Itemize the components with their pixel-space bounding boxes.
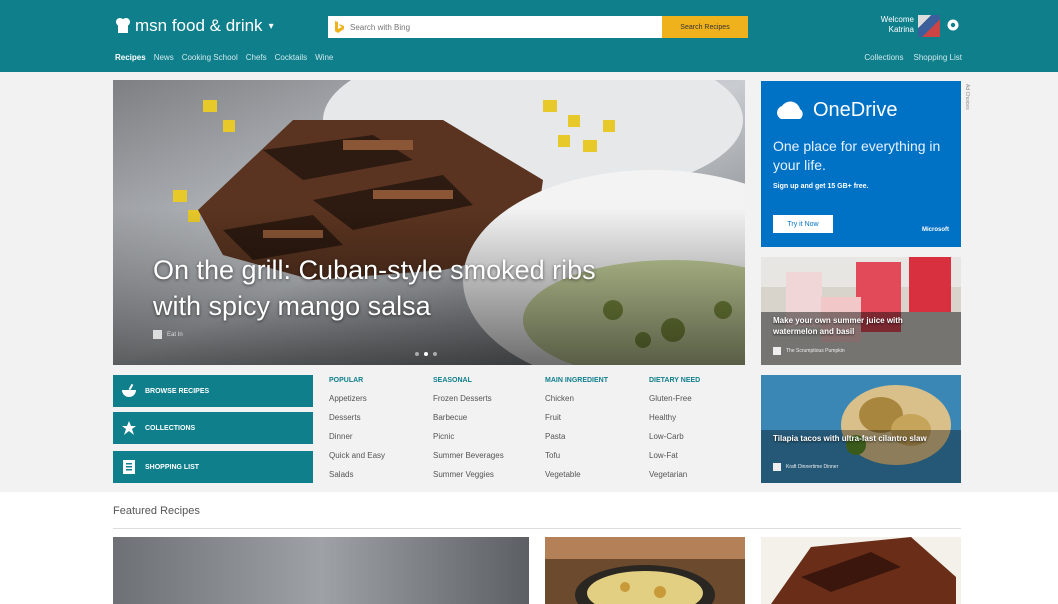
featured-recipe-image[interactable]	[113, 537, 529, 604]
category-link[interactable]: Chicken	[545, 389, 650, 408]
carousel-dot[interactable]	[415, 352, 419, 356]
secondary-nav: Collections Shopping List	[864, 53, 962, 62]
card-title[interactable]: Tilapia tacos with ultra-fast cilantro s…	[773, 433, 933, 444]
source-logo-icon	[773, 463, 781, 471]
welcome-text[interactable]: Welcome Katrina	[852, 15, 914, 35]
nav-item-recipes[interactable]: Recipes	[115, 53, 146, 62]
category-link[interactable]: Dinner	[329, 427, 434, 446]
try-it-now-button[interactable]: Try it Now	[773, 215, 833, 233]
ad-tagline: One place for everything in your life.	[773, 138, 941, 173]
carousel-dot-active[interactable]	[424, 352, 428, 356]
nav-item-cocktails[interactable]: Cocktails	[275, 53, 307, 62]
chevron-down-icon[interactable]: ▾	[269, 21, 274, 32]
category-link[interactable]: Desserts	[329, 408, 434, 427]
search-recipes-button[interactable]: Search Recipes	[662, 16, 748, 38]
bowl-icon	[113, 375, 145, 407]
category-link[interactable]: Picnic	[433, 427, 538, 446]
featured-recipe-image[interactable]	[545, 537, 745, 604]
nav-item-cooking-school[interactable]: Cooking School	[182, 53, 238, 62]
gear-icon[interactable]	[946, 18, 960, 32]
category-link[interactable]: Gluten-Free	[649, 389, 754, 408]
star-icon	[113, 412, 145, 444]
category-heading[interactable]: DIETARY NEED	[649, 377, 754, 384]
list-icon	[113, 451, 145, 483]
brand-logo[interactable]: msn food & drink ▾	[115, 14, 274, 38]
browse-recipes-button[interactable]: BROWSE RECIPES	[113, 375, 313, 407]
category-link[interactable]: Summer Veggies	[433, 465, 538, 484]
hero-source[interactable]: Eat In	[153, 330, 183, 339]
nav-item-shopping-list[interactable]: Shopping List	[914, 53, 962, 62]
search-input[interactable]	[328, 16, 662, 38]
category-link[interactable]: Frozen Desserts	[433, 389, 538, 408]
category-link[interactable]: Fruit	[545, 408, 650, 427]
nav-item-chefs[interactable]: Chefs	[246, 53, 267, 62]
category-link[interactable]: Appetizers	[329, 389, 434, 408]
featured-recipe-image[interactable]	[761, 537, 961, 604]
category-link[interactable]: Quick and Easy	[329, 446, 434, 465]
featured-heading: Featured Recipes	[113, 505, 200, 517]
card-source[interactable]: Kraft Dinnertime Dinner	[773, 463, 838, 471]
carousel-dot[interactable]	[433, 352, 437, 356]
category-heading[interactable]: SEASONAL	[433, 377, 538, 384]
nav-item-collections[interactable]: Collections	[864, 53, 903, 62]
recipe-photo	[113, 537, 529, 604]
recipe-photo	[545, 537, 745, 604]
nav-item-wine[interactable]: Wine	[315, 53, 333, 62]
avatar[interactable]	[918, 15, 940, 37]
category-dietary-need: DIETARY NEED Gluten-Free Healthy Low-Car…	[649, 377, 754, 484]
ad-subline: Sign up and get 15 GB+ free.	[773, 183, 869, 190]
category-popular: POPULAR Appetizers Desserts Dinner Quick…	[329, 377, 434, 484]
side-card-tacos[interactable]: Tilapia tacos with ultra-fast cilantro s…	[761, 375, 961, 483]
category-seasonal: SEASONAL Frozen Desserts Barbecue Picnic…	[433, 377, 538, 484]
hero-title[interactable]: On the grill: Cuban-style smoked ribs wi…	[153, 252, 633, 324]
search-bar: Search Recipes	[328, 16, 748, 38]
recipe-photo	[761, 537, 961, 604]
chef-hat-icon	[116, 18, 130, 33]
collections-button[interactable]: COLLECTIONS	[113, 412, 313, 444]
cloud-icon	[777, 101, 803, 119]
main-nav: Recipes News Cooking School Chefs Cockta…	[115, 53, 333, 62]
advertiser-logo: Microsoft	[922, 227, 949, 233]
card-title[interactable]: Make your own summer juice with watermel…	[773, 315, 933, 337]
side-card-juice[interactable]: Make your own summer juice with watermel…	[761, 257, 961, 365]
bing-logo-icon	[335, 21, 344, 33]
category-link[interactable]: Barbecue	[433, 408, 538, 427]
card-source[interactable]: The Scrumptious Pumpkin	[773, 347, 845, 355]
category-link[interactable]: Pasta	[545, 427, 650, 446]
onedrive-ad[interactable]: OneDrive One place for everything in you…	[761, 81, 961, 247]
nav-item-news[interactable]: News	[154, 53, 174, 62]
category-link[interactable]: Low-Fat	[649, 446, 754, 465]
source-logo-icon	[773, 347, 781, 355]
category-link[interactable]: Vegetable	[545, 465, 650, 484]
category-link[interactable]: Summer Beverages	[433, 446, 538, 465]
category-link[interactable]: Healthy	[649, 408, 754, 427]
brand-name: msn food & drink	[135, 16, 263, 35]
hero-carousel[interactable]: On the grill: Cuban-style smoked ribs wi…	[113, 80, 745, 365]
onedrive-brand: OneDrive	[773, 99, 897, 122]
category-link[interactable]: Low-Carb	[649, 427, 754, 446]
category-link[interactable]: Salads	[329, 465, 434, 484]
category-link[interactable]: Vegetarian	[649, 465, 754, 484]
carousel-dots	[415, 352, 437, 356]
category-main-ingredient: MAIN INGREDIENT Chicken Fruit Pasta Tofu…	[545, 377, 650, 484]
divider	[113, 528, 961, 529]
ad-choices-label[interactable]: Ad Choices	[964, 84, 970, 110]
source-logo-icon	[153, 330, 162, 339]
category-link[interactable]: Tofu	[545, 446, 650, 465]
category-heading[interactable]: MAIN INGREDIENT	[545, 377, 650, 384]
shopping-list-button[interactable]: SHOPPING LIST	[113, 451, 313, 483]
category-heading[interactable]: POPULAR	[329, 377, 434, 384]
